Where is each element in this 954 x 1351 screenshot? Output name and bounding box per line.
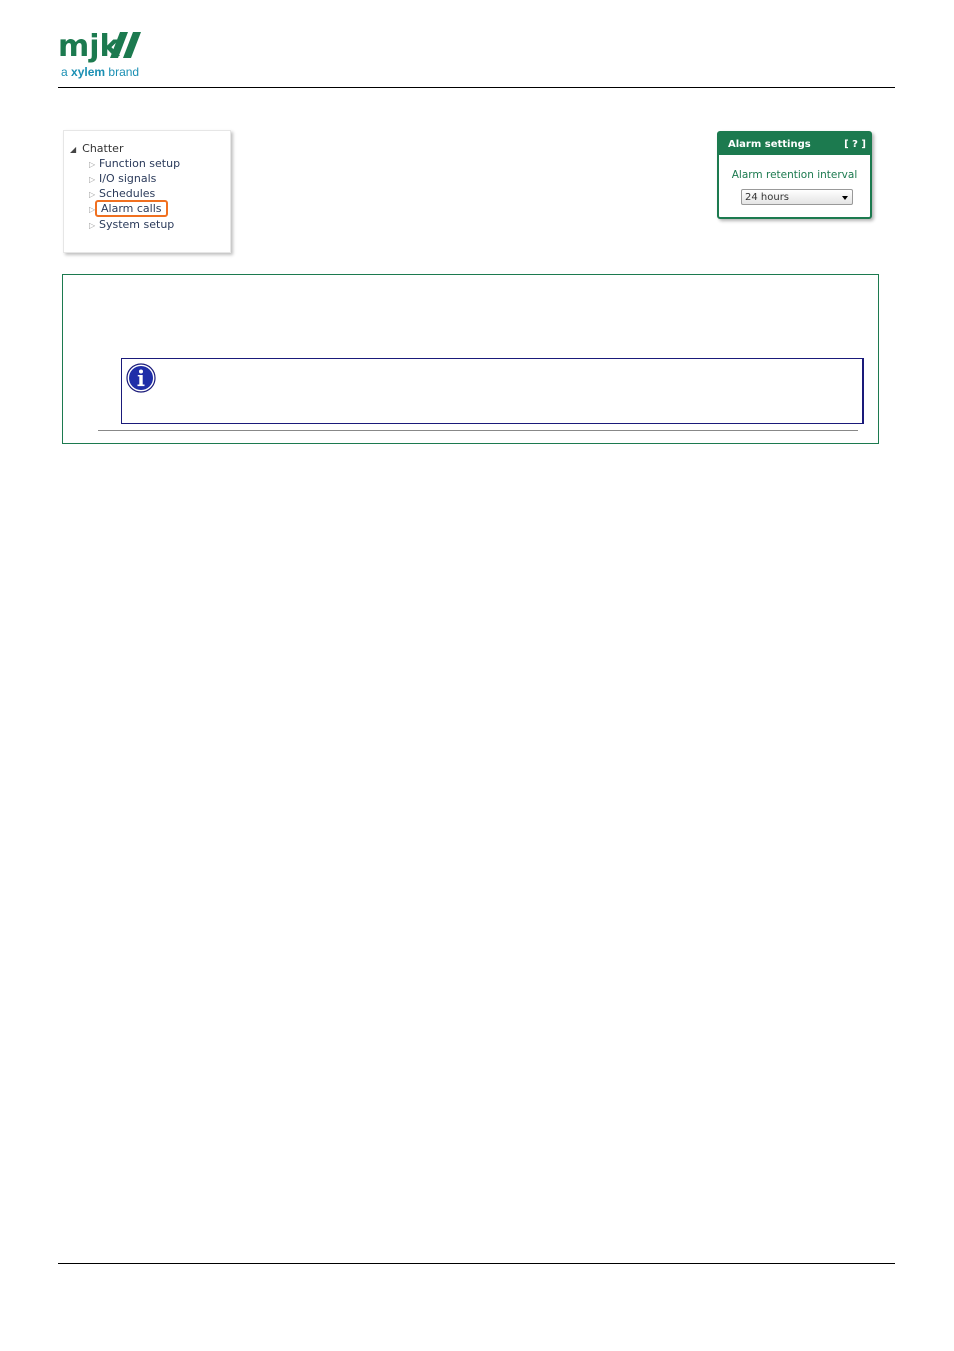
tree-item-label: Alarm calls xyxy=(95,200,168,217)
logo-wordmark: mjk xyxy=(58,29,121,64)
tree-item-alarm-calls[interactable]: ▷ Alarm calls xyxy=(89,200,168,217)
alarm-settings-title: Alarm settings xyxy=(728,138,811,150)
tree-item-label: Schedules xyxy=(99,187,156,200)
alarm-retention-select[interactable]: 24 hours xyxy=(741,189,853,205)
alarm-retention-value: 24 hours xyxy=(745,192,790,203)
dropdown-caret-icon[interactable] xyxy=(842,196,848,200)
logo-tagline: a xylem brand xyxy=(61,65,139,79)
tree-root-chatter[interactable]: ◢ Chatter xyxy=(70,142,123,155)
alarm-settings-panel: Alarm settings [ ? ] Alarm retention int… xyxy=(717,131,872,219)
navigation-tree: ◢ Chatter ▷ Function setup ▷ I/O signals ▷ S… xyxy=(63,130,231,253)
alarm-retention-label: Alarm retention interval xyxy=(731,169,858,181)
tree-item-label: System setup xyxy=(99,218,175,231)
tree-root-label: Chatter xyxy=(82,142,124,155)
help-button[interactable]: [ ? ] xyxy=(844,139,866,150)
info-rule xyxy=(98,430,858,431)
info-icon xyxy=(126,363,156,393)
collapsed-triangle-icon[interactable]: ▷ xyxy=(89,173,99,187)
expanded-triangle-icon[interactable]: ◢ xyxy=(70,145,76,154)
tree-item-io-signals[interactable]: ▷ I/O signals xyxy=(89,172,156,186)
tree-item-schedules[interactable]: ▷ Schedules xyxy=(89,187,155,201)
tagline-prefix: a xyxy=(61,65,68,79)
collapsed-triangle-icon[interactable]: ▷ xyxy=(89,219,99,233)
tagline-brand: xylem xyxy=(71,65,106,79)
mjk-logo-mark: mjk xyxy=(58,29,141,64)
alarm-settings-header: Alarm settings [ ? ] xyxy=(719,133,870,155)
tree-item-function-setup[interactable]: ▷ Function setup xyxy=(89,157,180,171)
tree-item-system-setup[interactable]: ▷ System setup xyxy=(89,218,174,232)
tagline-suffix: brand xyxy=(108,65,140,79)
header-rule xyxy=(58,87,895,88)
tree-item-label: Function setup xyxy=(99,157,181,170)
tree-item-label: I/O signals xyxy=(99,172,157,185)
info-note-box xyxy=(121,358,864,424)
footer-rule xyxy=(58,1263,895,1264)
collapsed-triangle-icon[interactable]: ▷ xyxy=(89,158,99,172)
